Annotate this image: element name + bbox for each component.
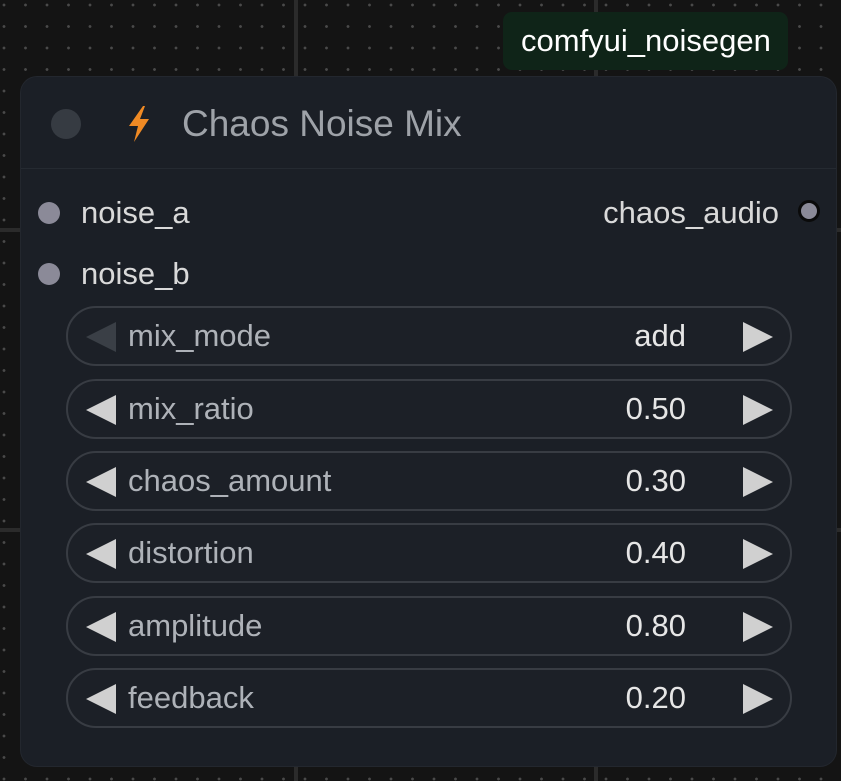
decrement-arrow-icon[interactable] xyxy=(86,467,116,497)
input-connector-icon[interactable] xyxy=(38,202,60,224)
input-slot-noise-a[interactable]: noise_a xyxy=(38,193,258,233)
increment-arrow-icon[interactable] xyxy=(743,467,773,497)
output-label: chaos_audio xyxy=(603,195,779,230)
widget-label: amplitude xyxy=(128,608,263,643)
widget-label: chaos_amount xyxy=(128,463,332,498)
widget-amplitude[interactable]: amplitude 0.80 xyxy=(66,596,792,656)
widget-mix-mode[interactable]: mix_mode add xyxy=(66,306,792,366)
increment-arrow-icon[interactable] xyxy=(743,539,773,569)
widget-distortion[interactable]: distortion 0.40 xyxy=(66,523,792,583)
decrement-arrow-icon[interactable] xyxy=(86,539,116,569)
widget-label: feedback xyxy=(128,680,254,715)
output-connector-icon[interactable] xyxy=(798,200,820,222)
widget-chaos-amount[interactable]: chaos_amount 0.30 xyxy=(66,451,792,511)
increment-arrow-icon[interactable] xyxy=(743,684,773,714)
widget-value[interactable]: 0.50 xyxy=(626,381,686,437)
widget-label: distortion xyxy=(128,535,254,570)
widget-feedback[interactable]: feedback 0.20 xyxy=(66,668,792,728)
lightning-bolt-icon xyxy=(129,106,149,142)
widget-label: mix_mode xyxy=(128,318,271,353)
input-label: noise_a xyxy=(81,195,190,230)
chaos-noise-mix-node[interactable]: Chaos Noise Mix noise_a noise_b chaos_au… xyxy=(21,77,836,766)
input-slot-noise-b[interactable]: noise_b xyxy=(38,254,258,294)
widget-value[interactable]: 0.40 xyxy=(626,525,686,581)
node-title: Chaos Noise Mix xyxy=(182,103,462,144)
widget-label: mix_ratio xyxy=(128,391,254,426)
decrement-arrow-icon[interactable] xyxy=(86,395,116,425)
node-title-bar[interactable]: Chaos Noise Mix xyxy=(21,77,836,169)
increment-arrow-icon[interactable] xyxy=(743,322,773,352)
group-title-label[interactable]: comfyui_noisegen xyxy=(503,12,788,70)
widget-value[interactable]: 0.80 xyxy=(626,598,686,654)
input-connector-icon[interactable] xyxy=(38,263,60,285)
decrement-arrow-icon[interactable] xyxy=(86,612,116,642)
collapse-toggle-icon[interactable] xyxy=(51,109,81,139)
widget-value[interactable]: add xyxy=(634,308,686,364)
decrement-arrow-icon[interactable] xyxy=(86,684,116,714)
increment-arrow-icon[interactable] xyxy=(743,395,773,425)
increment-arrow-icon[interactable] xyxy=(743,612,773,642)
widget-value[interactable]: 0.30 xyxy=(626,453,686,509)
widget-mix-ratio[interactable]: mix_ratio 0.50 xyxy=(66,379,792,439)
decrement-arrow-icon[interactable] xyxy=(86,322,116,352)
widget-value[interactable]: 0.20 xyxy=(626,670,686,726)
input-label: noise_b xyxy=(81,256,190,291)
